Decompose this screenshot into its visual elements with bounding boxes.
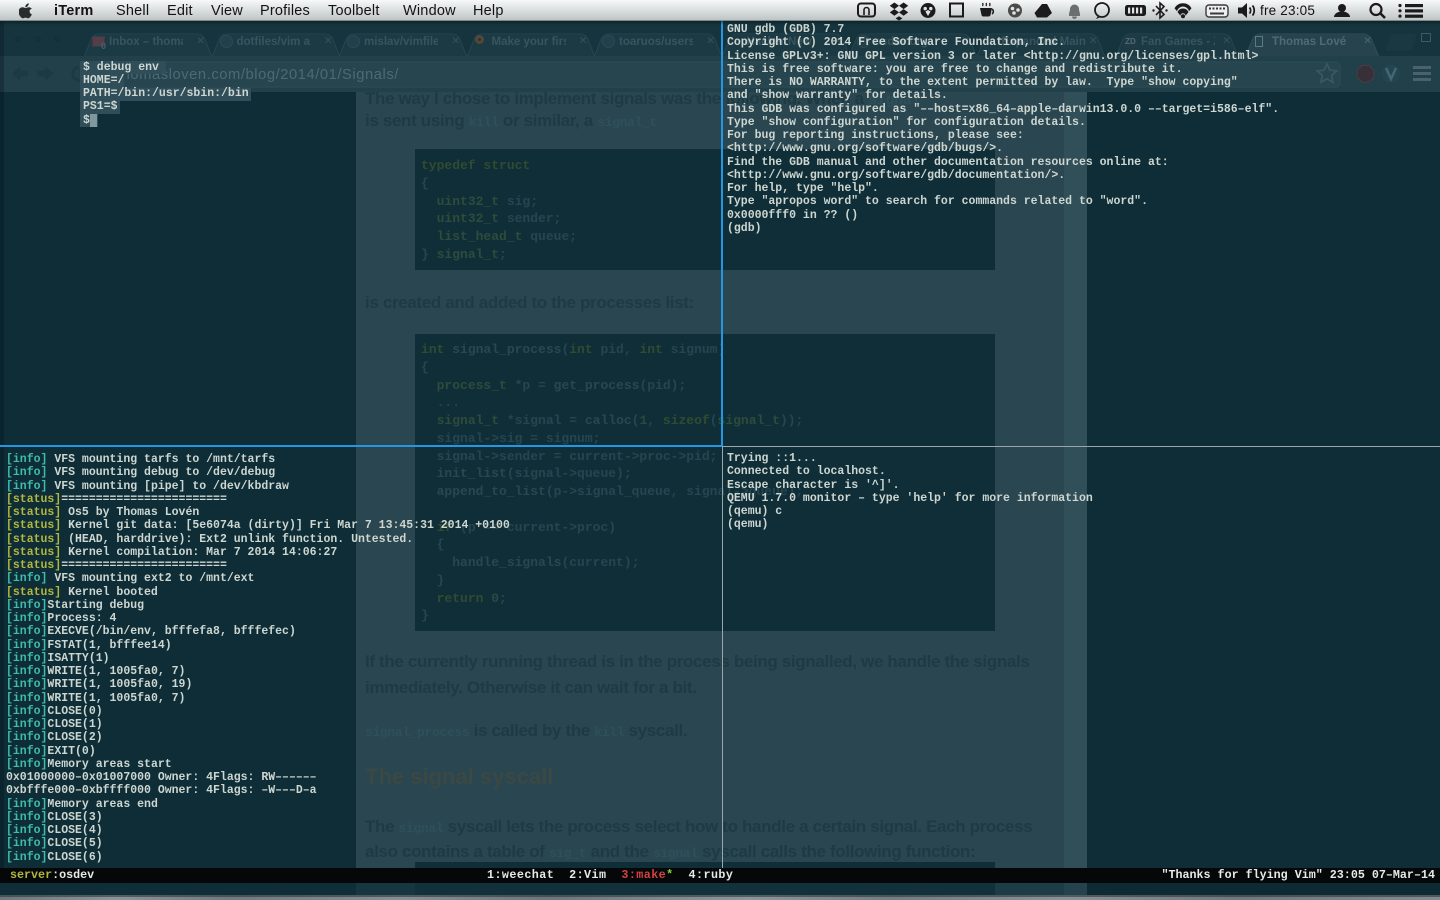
svg-text:fre 23:05: fre 23:05 (1260, 3, 1315, 18)
